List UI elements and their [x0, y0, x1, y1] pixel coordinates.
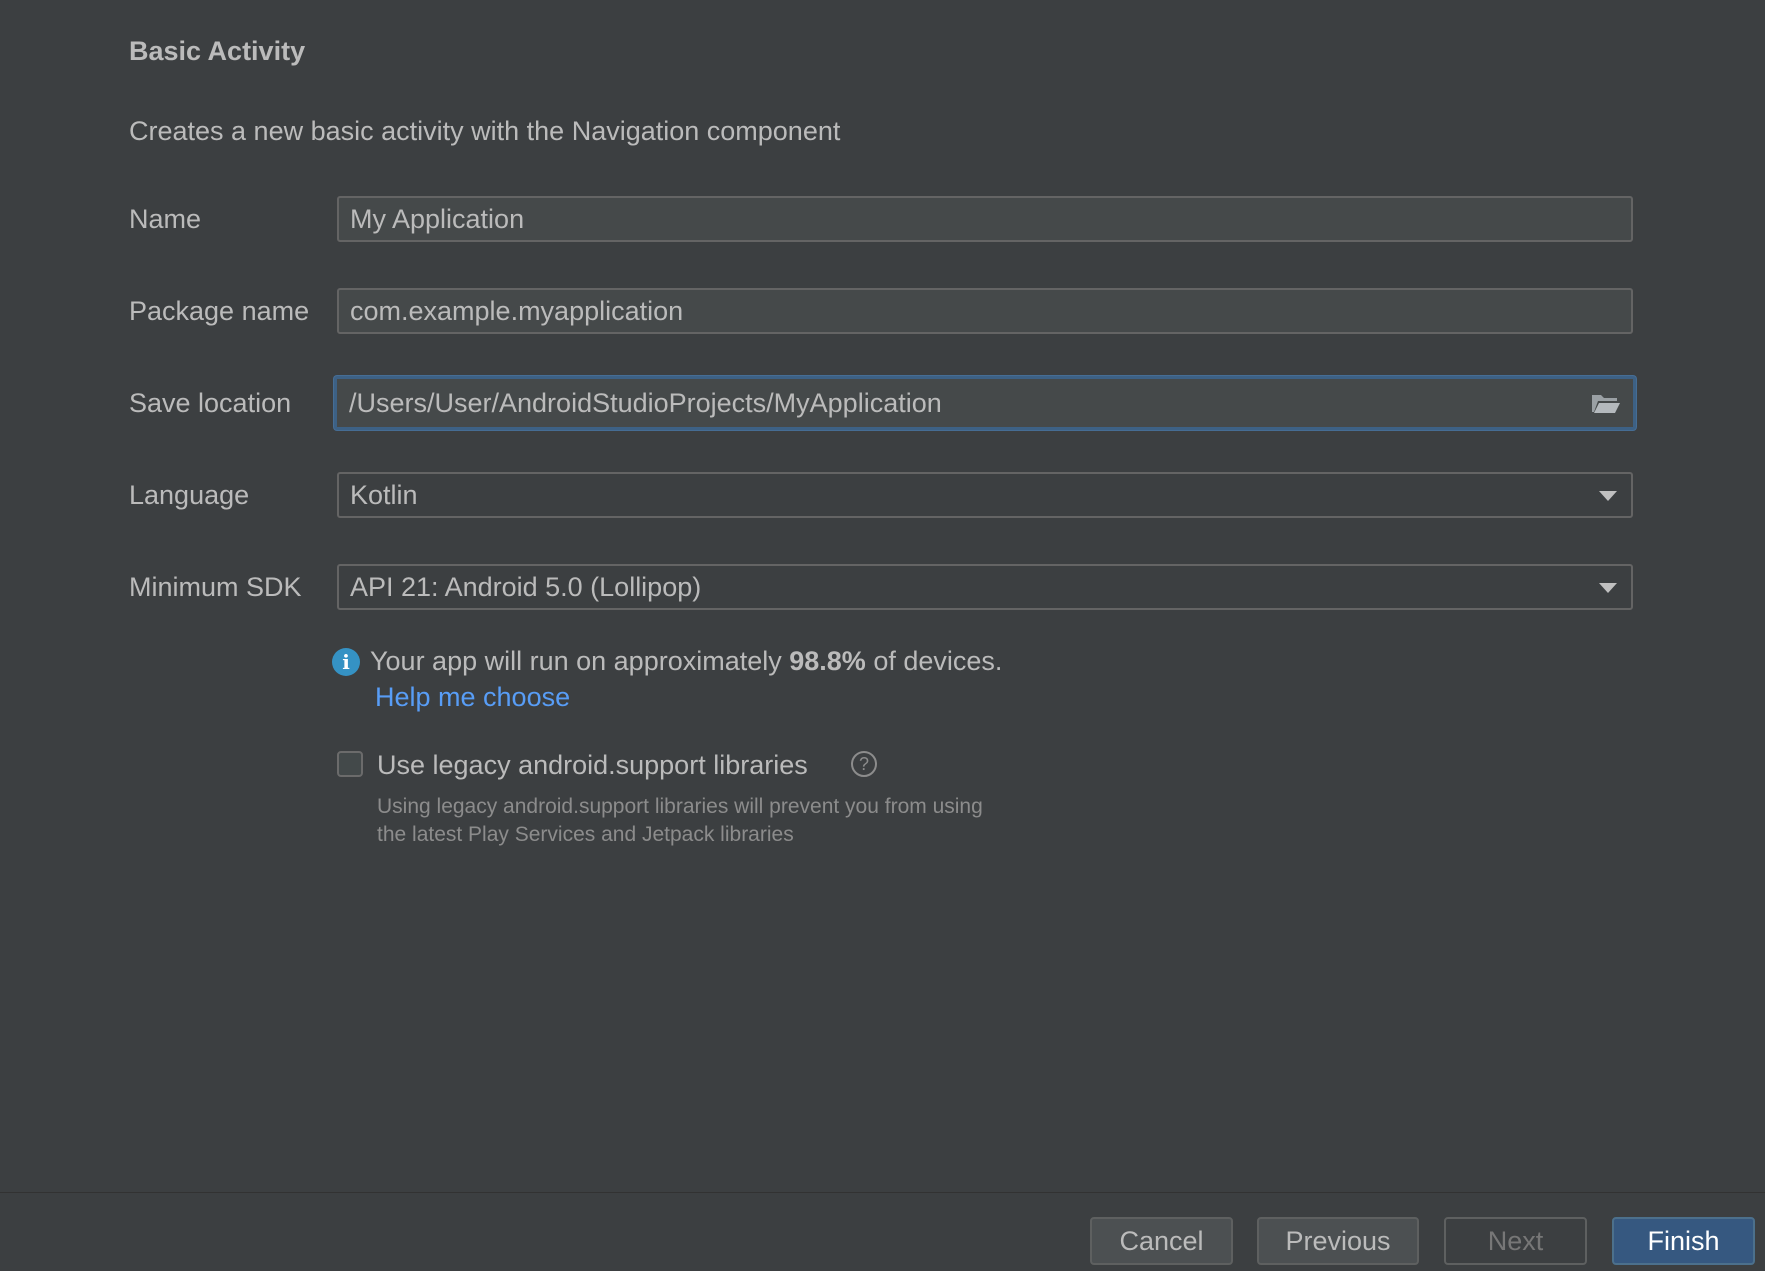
coverage-text-suffix: of devices.: [865, 646, 1003, 676]
legacy-support-checkbox[interactable]: [337, 751, 363, 777]
minimum-sdk-value: API 21: Android 5.0 (Lollipop): [350, 572, 702, 602]
help-icon[interactable]: ?: [851, 751, 877, 777]
language-value: Kotlin: [350, 480, 418, 510]
legacy-support-label[interactable]: Use legacy android.support libraries: [377, 750, 808, 781]
dialog-description: Creates a new basic activity with the Na…: [129, 116, 841, 146]
chevron-down-icon: [1599, 491, 1617, 501]
cancel-button[interactable]: Cancel: [1090, 1217, 1233, 1265]
coverage-percent: 98.8%: [789, 646, 866, 676]
help-me-choose-link[interactable]: Help me choose: [375, 682, 570, 713]
info-icon: i: [332, 647, 360, 676]
save-location-label: Save location: [129, 388, 292, 418]
minimum-sdk-select[interactable]: API 21: Android 5.0 (Lollipop): [337, 564, 1633, 610]
coverage-text-prefix: Your app will run on approximately: [370, 646, 790, 676]
folder-icon[interactable]: [1591, 392, 1621, 414]
footer-divider: [0, 1192, 1765, 1193]
previous-button[interactable]: Previous: [1257, 1217, 1419, 1265]
save-location-field[interactable]: /Users/User/AndroidStudioProjects/MyAppl…: [334, 376, 1636, 430]
language-label: Language: [129, 480, 250, 510]
device-coverage-info: i Your app will run on approximately 98.…: [332, 646, 1002, 677]
legacy-support-hint: Using legacy android.support libraries w…: [377, 793, 1077, 849]
chevron-down-icon: [1599, 583, 1617, 593]
next-button[interactable]: Next: [1444, 1217, 1587, 1265]
package-name-field[interactable]: com.example.myapplication: [337, 288, 1633, 334]
hint-line-1: Using legacy android.support libraries w…: [377, 795, 983, 818]
minimum-sdk-label: Minimum SDK: [129, 572, 302, 602]
language-select[interactable]: Kotlin: [337, 472, 1633, 518]
save-location-value: /Users/User/AndroidStudioProjects/MyAppl…: [349, 388, 942, 418]
name-label: Name: [129, 204, 202, 234]
name-field[interactable]: My Application: [337, 196, 1633, 242]
dialog-title: Basic Activity: [129, 36, 306, 66]
package-name-label: Package name: [129, 296, 310, 326]
finish-button[interactable]: Finish: [1612, 1217, 1755, 1265]
hint-line-2: the latest Play Services and Jetpack lib…: [377, 823, 794, 846]
